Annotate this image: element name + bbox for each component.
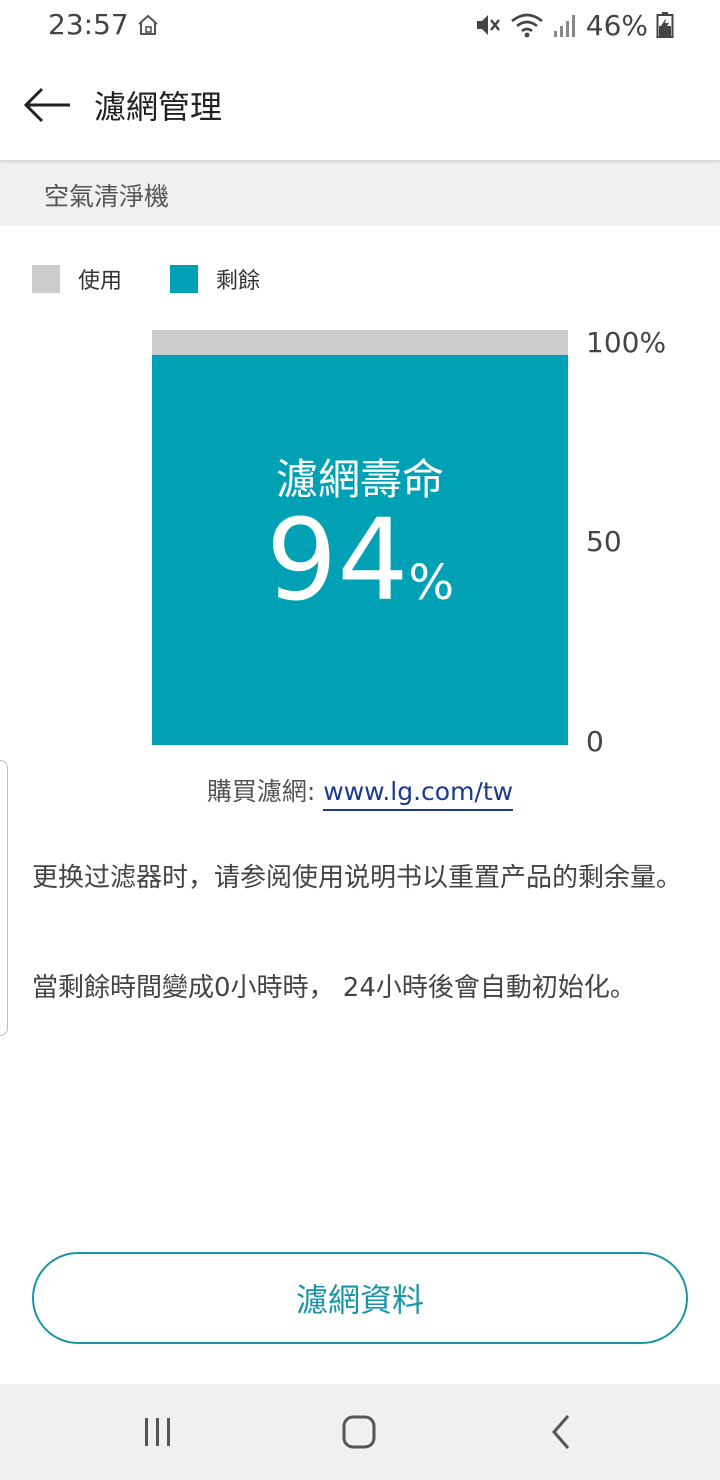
y-tick-50: 50	[586, 525, 622, 558]
status-bar: 23:57 46%	[0, 0, 720, 50]
filter-info-button[interactable]: 濾網資料	[32, 1252, 688, 1344]
status-time: 23:57	[48, 8, 129, 41]
reset-note: 更换过滤器时，请参阅使用说明书以重置产品的剩余量。	[32, 863, 683, 893]
section-header: 空氣清淨機	[0, 160, 720, 226]
legend-label-remaining: 剩餘	[216, 269, 261, 294]
battery-percent: 46%	[585, 8, 648, 42]
filter-life-chart: 濾網壽命 94% 100% 50 0	[0, 300, 720, 770]
legend-item-used: 使用	[32, 263, 122, 295]
purchase-link[interactable]: www.lg.com/tw	[323, 777, 514, 811]
recents-icon[interactable]	[136, 1410, 180, 1454]
bar-used-segment	[152, 330, 568, 355]
filter-life-value: 94%	[152, 505, 568, 617]
back-chevron-icon[interactable]	[540, 1410, 584, 1454]
device-name: 空氣清淨機	[44, 182, 170, 211]
home-button-icon[interactable]	[338, 1410, 382, 1454]
purchase-label: 購買濾網:	[206, 777, 316, 806]
back-arrow-icon[interactable]	[20, 82, 76, 128]
home-icon	[138, 14, 158, 35]
edge-panel-handle[interactable]	[0, 760, 8, 1036]
page-title: 濾網管理	[94, 88, 223, 126]
purchase-row: 購買濾網: www.lg.com/tw	[0, 772, 720, 811]
chart-legend: 使用 剩餘	[32, 264, 308, 294]
legend-item-remaining: 剩餘	[170, 263, 260, 295]
filter-life-number: 94	[265, 496, 409, 626]
y-tick-100: 100%	[586, 326, 667, 359]
battery-charging-icon	[656, 12, 674, 38]
filter-life-unit: %	[408, 555, 455, 611]
legend-swatch-used	[32, 265, 60, 293]
auto-reset-note: 當剩餘時間變成0小時時， 24小時後會自動初始化。	[32, 973, 636, 1003]
legend-swatch-remaining	[170, 265, 199, 293]
signal-icon	[553, 15, 575, 37]
mute-icon	[476, 15, 500, 35]
status-icons: 46%	[474, 8, 674, 42]
y-tick-0: 0	[586, 725, 604, 758]
app-bar: 濾網管理	[0, 50, 720, 160]
navigation-bar	[0, 1384, 720, 1480]
wifi-icon	[510, 13, 543, 38]
legend-label-used: 使用	[78, 269, 123, 294]
